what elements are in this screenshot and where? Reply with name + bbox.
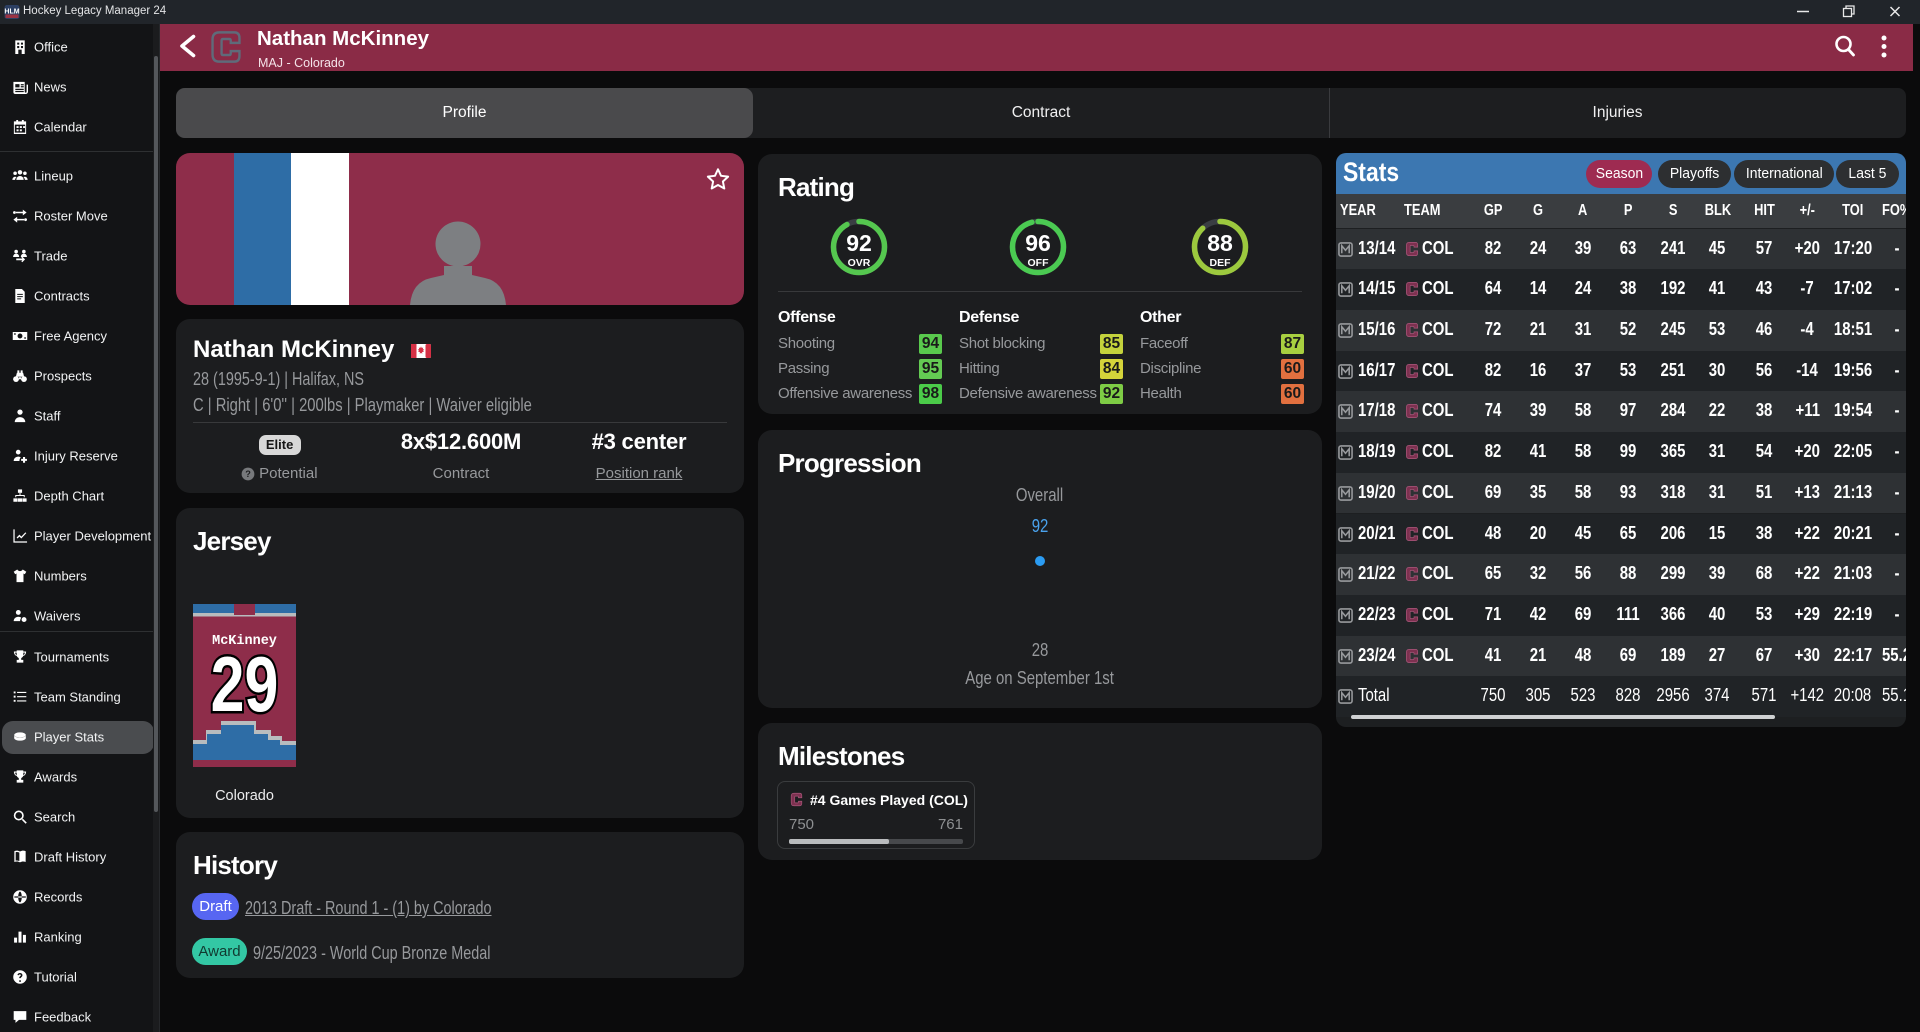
svg-text:HLM: HLM xyxy=(4,9,19,16)
svg-text:29: 29 xyxy=(211,641,279,728)
svg-text:?: ? xyxy=(245,469,251,479)
